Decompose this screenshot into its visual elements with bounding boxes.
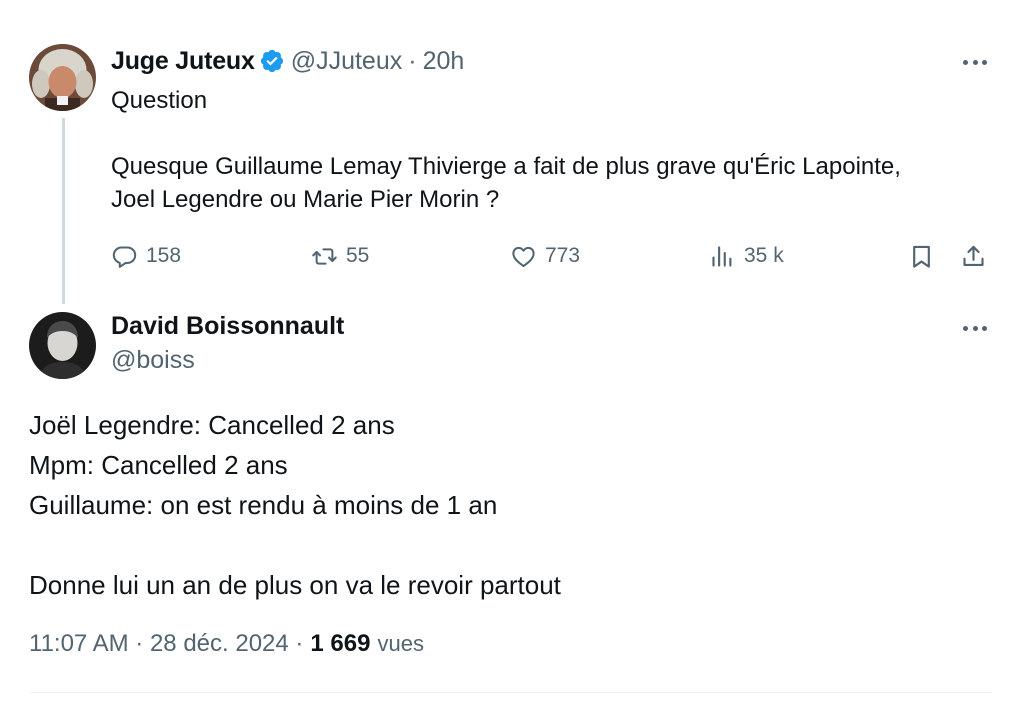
author-name[interactable]: Juge Juteux — [111, 47, 255, 76]
tweet1-action-bar: 158 55 773 35 k — [111, 238, 991, 274]
more-icon[interactable] — [960, 52, 990, 72]
views-label: vues — [377, 631, 424, 656]
tweet-metadata: 11:07 AM · 28 déc. 2024 · 1 669 vues — [29, 630, 424, 658]
author-name[interactable]: David Boissonnault — [111, 312, 344, 341]
view-count: 1 669 — [310, 630, 371, 657]
like-button[interactable]: 773 — [510, 238, 580, 274]
verified-badge-icon — [260, 49, 283, 73]
tweet1-text: Question Quesque Guillaume Lemay Thivier… — [111, 87, 901, 213]
divider — [29, 692, 992, 693]
views-count: 35 k — [744, 244, 784, 267]
reply-icon — [112, 245, 137, 268]
author-handle[interactable]: @boiss — [111, 346, 195, 375]
reply-count: 158 — [146, 244, 182, 267]
reply-button[interactable]: 158 — [111, 238, 181, 274]
tweet-time[interactable]: 20h — [423, 47, 465, 76]
more-icon[interactable] — [960, 318, 990, 338]
bookmark-icon — [913, 245, 930, 268]
tweet1-header: Juge Juteux @JJuteux · 20h — [111, 46, 464, 76]
views-button[interactable]: 35 k — [709, 238, 784, 274]
share-button[interactable] — [960, 238, 995, 274]
thread-line — [62, 118, 65, 304]
tweet-timestamp[interactable]: 11:07 AM · 28 déc. 2024 · — [29, 630, 303, 658]
retweet-button[interactable]: 55 — [311, 238, 369, 274]
share-icon — [963, 245, 984, 266]
author-handle[interactable]: @JJuteux — [291, 47, 403, 76]
like-icon — [512, 246, 535, 267]
like-count: 773 — [545, 244, 581, 267]
separator-dot: · — [408, 46, 417, 75]
views-icon — [712, 245, 732, 267]
bookmark-button[interactable] — [908, 238, 943, 274]
avatar[interactable] — [29, 312, 96, 379]
retweet-count: 55 — [346, 244, 370, 267]
avatar[interactable] — [29, 44, 96, 111]
retweet-icon — [312, 247, 337, 265]
tweet2-text: Joël Legendre: Cancelled 2 ans Mpm: Canc… — [29, 410, 561, 600]
